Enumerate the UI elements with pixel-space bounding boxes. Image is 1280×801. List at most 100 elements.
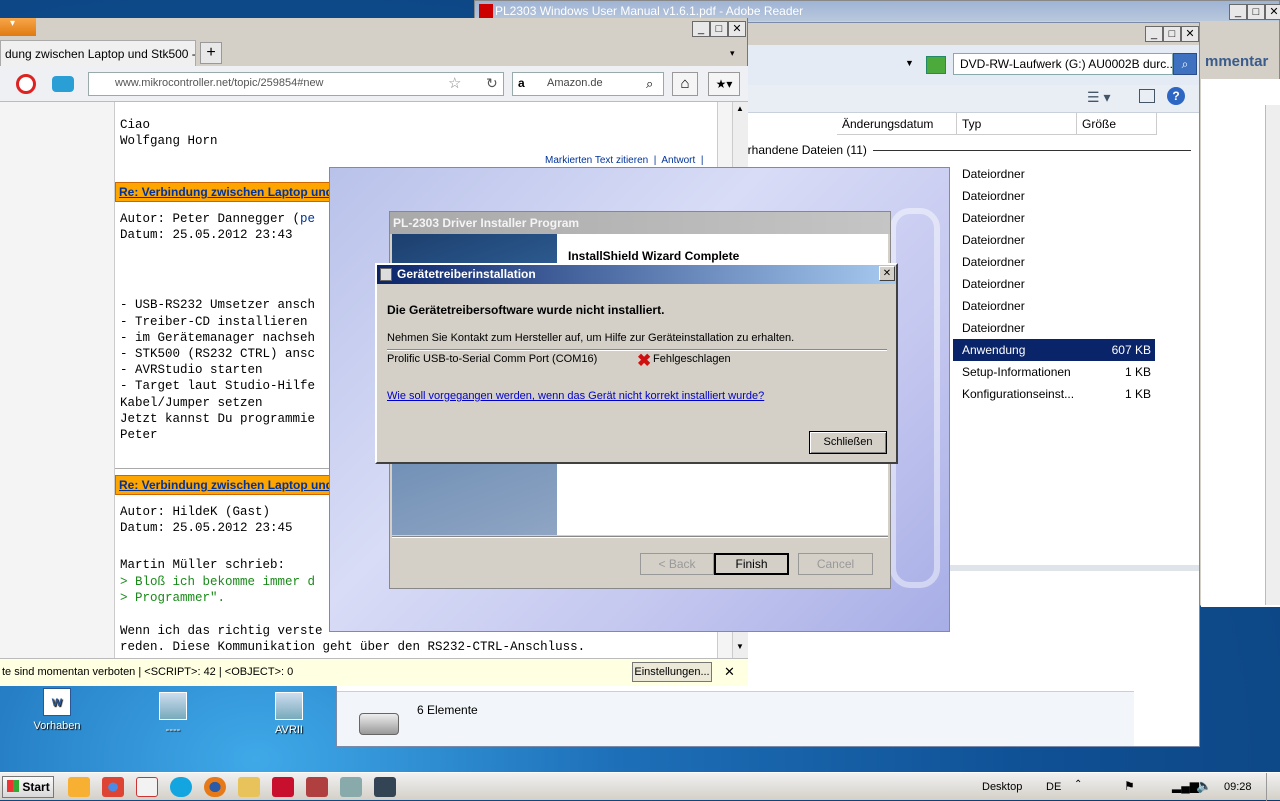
drive-icon	[359, 713, 399, 735]
scroll-down-icon[interactable]: ▼	[733, 642, 747, 656]
adobe-reader-icon[interactable]	[272, 777, 294, 797]
explorer-folder-icon[interactable]	[238, 777, 260, 797]
browser-maximize-button[interactable]: □	[710, 21, 728, 37]
column-header-type[interactable]: Typ	[957, 113, 1077, 135]
bookmark-star-icon[interactable]: ☆	[448, 74, 461, 92]
amazon-icon: a	[518, 76, 525, 90]
explorer-maximize-button[interactable]: □	[1163, 26, 1181, 42]
flag-icon[interactable]: ⚑	[1124, 779, 1135, 793]
desktop-icon-vorhaben[interactable]: W Vorhaben	[22, 688, 92, 732]
explorer-minimize-button[interactable]: _	[1145, 26, 1163, 42]
back-button[interactable]: < Back	[640, 553, 714, 575]
post1-meta: Autor: Peter Dannegger (pe Datum: 25.05.…	[120, 212, 316, 242]
finish-button[interactable]: Finish	[714, 553, 789, 575]
group-label: orhandene Dateien (11)	[741, 143, 867, 157]
file-row[interactable]: Dateiordner	[953, 251, 1155, 273]
explorer-search-input[interactable]: DVD-RW-Laufwerk (G:) AU0002B durc...	[953, 53, 1173, 75]
new-tab-button[interactable]: +	[200, 42, 222, 64]
setup-icon[interactable]	[340, 777, 362, 797]
explorer-refresh-button[interactable]	[926, 56, 946, 74]
network-icon[interactable]: ▂▄▆	[1172, 779, 1199, 793]
clock[interactable]: 09:28	[1224, 781, 1252, 793]
pdf-icon[interactable]	[136, 777, 158, 797]
desktop-icon-avrii[interactable]: AVRII	[254, 692, 324, 736]
file-row[interactable]: Dateiordner	[953, 185, 1155, 207]
magnifier-icon[interactable]: ⌕	[646, 76, 653, 92]
installer-icon[interactable]	[306, 777, 328, 797]
bookmarks-menu-icon[interactable]: ★▾	[708, 72, 740, 96]
close-dialog-button[interactable]: Schließen	[809, 431, 887, 454]
noscript-icon[interactable]	[16, 74, 36, 94]
explorer-dropdown-icon[interactable]: ▼	[905, 58, 914, 68]
quote-link[interactable]: Markierten Text zitieren	[545, 155, 648, 166]
installer-titlebar: PL-2303 Driver Installer Program	[390, 212, 890, 234]
reload-icon[interactable]: ↻	[486, 75, 498, 92]
file-row[interactable]: Dateiordner	[953, 273, 1155, 295]
file-row[interactable]: Setup-Informationen 1 KB	[953, 361, 1155, 383]
home-icon[interactable]: ⌂	[672, 72, 698, 96]
chat-icon[interactable]	[52, 76, 74, 92]
file-row[interactable]: Dateiordner	[953, 207, 1155, 229]
cancel-button[interactable]: Cancel	[798, 553, 873, 575]
pdf-app-icon	[479, 4, 493, 18]
file-row[interactable]: Konfigurationseinst... 1 KB	[953, 383, 1155, 405]
start-button[interactable]: Start	[2, 776, 54, 798]
url-text: www.mikrocontroller.net/topic/259854#new	[115, 77, 324, 89]
file-row[interactable]: Dateiordner	[953, 229, 1155, 251]
show-desktop-button[interactable]	[1266, 773, 1280, 801]
search-icon[interactable]: ⌕	[1173, 53, 1197, 75]
column-header-date[interactable]: Änderungsdatum	[837, 113, 957, 135]
item-count: 6 Elemente	[417, 703, 478, 717]
firefox-icon[interactable]	[204, 777, 226, 797]
volume-icon[interactable]: 🔈	[1196, 778, 1212, 794]
group-header: orhandene Dateien (11)	[741, 143, 1191, 157]
settings-button[interactable]: Einstellungen...	[632, 662, 712, 682]
close-bar-icon[interactable]: ✕	[724, 664, 735, 680]
driver-dialog-title: Gerätetreiberinstallation	[397, 267, 536, 281]
dialog-close-icon[interactable]: ✕	[879, 266, 895, 281]
view-options-icon[interactable]: ☰ ▾	[1087, 89, 1110, 106]
help-link[interactable]: Wie soll vorgegangen werden, wenn das Ge…	[387, 390, 764, 402]
file-row[interactable]: Dateiordner	[953, 295, 1155, 317]
minimize-button[interactable]: _	[1229, 4, 1247, 20]
post1-body: - USB-RS232 Umsetzer ansch - Treiber-CD i…	[120, 298, 316, 443]
device-installer-icon[interactable]	[374, 777, 396, 797]
search-engine-input[interactable]: Amazon.de	[512, 72, 664, 96]
post2-meta: Autor: HildeK (Gast) Datum: 25.05.2012 23…	[120, 505, 293, 535]
desktop-toolbar-label[interactable]: Desktop	[982, 781, 1022, 793]
browser-tab[interactable]: dung zwischen Laptop und Stk500 - Mi...	[0, 40, 196, 66]
file-row[interactable]: Dateiordner	[953, 317, 1155, 339]
browser-minimize-button[interactable]: _	[692, 21, 710, 37]
driver-dialog: Gerätetreiberinstallation ✕ Die Gerätetr…	[375, 263, 898, 464]
column-header-size[interactable]: Größe	[1077, 113, 1157, 135]
post0-body: Ciao Wolfgang Horn	[120, 118, 218, 148]
show-hidden-icons[interactable]: ⌃	[1074, 779, 1082, 790]
answer-link[interactable]: Antwort	[661, 155, 695, 166]
language-indicator[interactable]: DE	[1046, 781, 1061, 793]
pdf-scrollbar[interactable]	[1265, 105, 1280, 605]
scroll-up-icon[interactable]: ▲	[733, 104, 747, 118]
chrome-icon[interactable]	[102, 777, 124, 797]
desktop-icon-shortcut[interactable]: ----	[138, 692, 208, 736]
pdf-comment-label[interactable]: mmentar	[1205, 53, 1268, 70]
author-link[interactable]: pe	[300, 212, 315, 226]
browser-close-button[interactable]: ✕	[728, 21, 746, 37]
file-row[interactable]: Dateiordner	[953, 163, 1155, 185]
help-icon[interactable]: ?	[1167, 87, 1185, 105]
preview-pane-icon[interactable]	[1139, 89, 1155, 103]
tab-list-icon[interactable]: ▾	[730, 48, 735, 59]
image-file-icon	[159, 692, 187, 720]
close-button[interactable]: ✕	[1265, 4, 1280, 20]
explorer-close-button[interactable]: ✕	[1181, 26, 1199, 42]
file-row-selected[interactable]: Anwendung 607 KB	[953, 339, 1155, 361]
skype-icon[interactable]	[170, 777, 192, 797]
noscript-bar: te sind momentan verboten | <SCRIPT>: 42…	[0, 658, 748, 686]
firefox-menu-button[interactable]: ▾	[0, 18, 36, 36]
pdf-title: PL2303 Windows User Manual v1.6.1.pdf - …	[495, 4, 804, 18]
dialog-heading: Die Gerätetreibersoftware wurde nicht in…	[387, 303, 665, 317]
media-player-icon[interactable]	[68, 777, 90, 797]
search-placeholder: Amazon.de	[547, 77, 603, 89]
maximize-button[interactable]: □	[1247, 4, 1265, 20]
url-input[interactable]: www.mikrocontroller.net/topic/259854#new	[88, 72, 504, 96]
word-doc-icon: W	[43, 688, 71, 716]
